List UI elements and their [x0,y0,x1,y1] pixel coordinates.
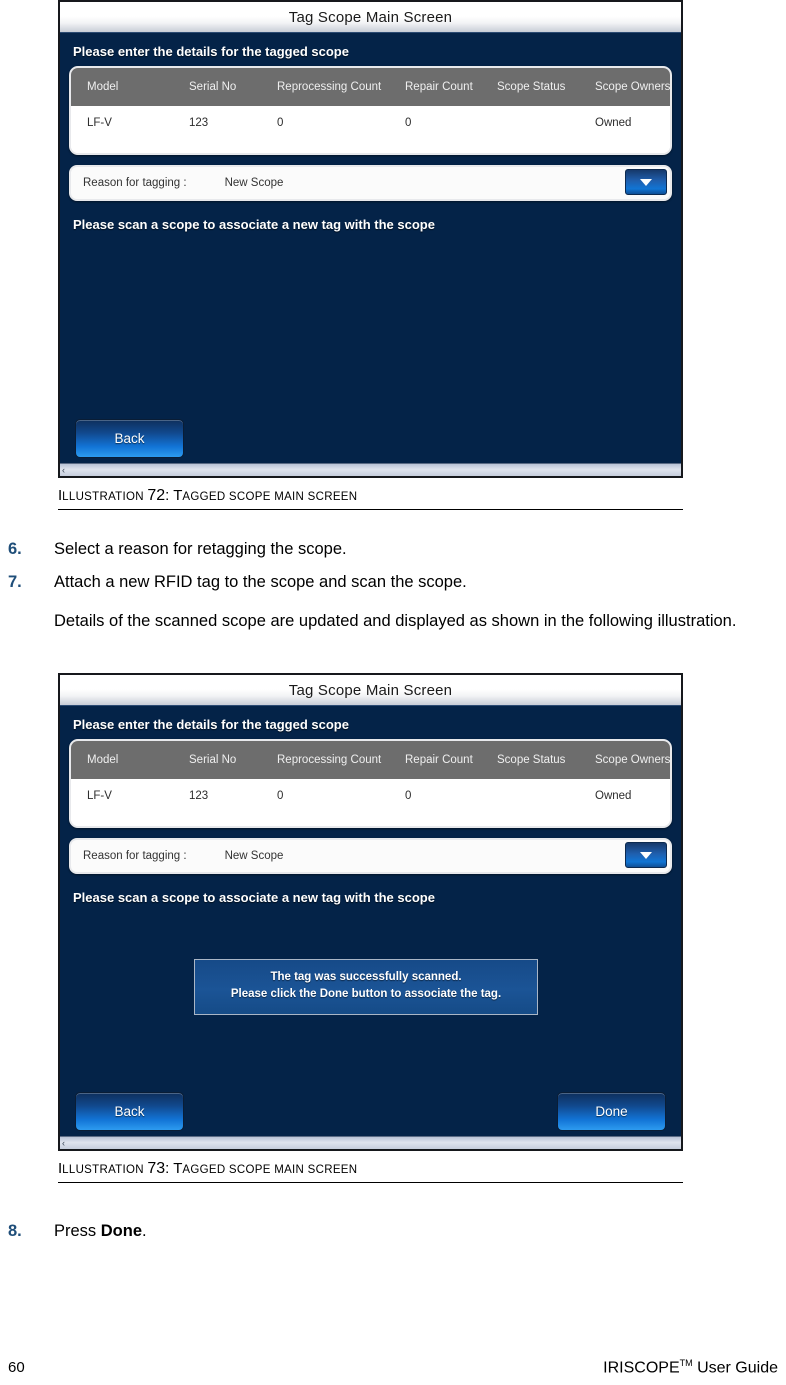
reason-for-tagging-label-2: Reason for tagging : [83,850,187,862]
column-header-serial-no: Serial No [189,68,277,106]
guide-title-suffix: User Guide [692,1359,778,1377]
table-row[interactable]: LF-V 123 0 0 Owned [71,106,670,153]
scope-details-table-panel-2: Model Serial No Reprocessing Count Repai… [69,739,672,828]
reason-for-tagging-dropdown-2[interactable]: Reason for tagging : New Scope [69,838,672,874]
column-header-repair-count: Repair Count [405,68,497,106]
caption-number: 72 [147,487,166,504]
step-8-text: Press Done. [54,1221,778,1242]
table-header-row: Model Serial No Reprocessing Count Repai… [71,68,670,106]
paragraph-after-step-7: Details of the scanned scope are updated… [54,612,737,630]
column-header-repair-count: Repair Count [405,741,497,779]
scan-prompt-text-2: Please scan a scope to associate a new t… [73,890,435,905]
guide-title-name: IRISCOPE [603,1359,680,1377]
scope-details-table-2: Model Serial No Reprocessing Count Repai… [71,741,670,826]
column-header-model: Model [71,68,189,106]
reason-for-tagging-value-2: New Scope [224,850,284,862]
step-6-number: 6. [8,540,22,558]
table-header-row: Model Serial No Reprocessing Count Repai… [71,741,670,779]
scroll-left-arrow-icon[interactable]: ‹ [62,1137,65,1149]
chevron-down-icon[interactable] [625,169,667,195]
screen-content-area [69,232,672,411]
scan-prompt-text: Please scan a scope to associate a new t… [73,217,435,232]
column-header-scope-status: Scope Status [497,741,595,779]
caption-title-rest: AGGED SCOPE MAIN SCREEN [182,1164,358,1176]
step-8-text-bold: Done [100,1222,143,1240]
step-7-text: Attach a new RFID tag to the scope and s… [54,573,467,591]
screen-title: Tag Scope Main Screen [288,8,453,26]
device-screen-2: Tag Scope Main Screen Please enter the d… [60,675,681,1149]
guide-title: IRISCOPETM User Guide [603,1358,778,1377]
cell-serial-no: 123 [189,106,277,153]
screen-body: Please enter the details for the tagged … [60,33,681,463]
screen-body-2: Please enter the details for the tagged … [60,706,681,1136]
caption-title-rest: AGGED SCOPE MAIN SCREEN [182,491,358,503]
caption-lead-rest: LLUSTRATION [62,491,148,503]
column-header-reprocessing-count: Reprocessing Count [277,741,405,779]
step-7-number: 7. [8,573,22,591]
screen-titlebar: Tag Scope Main Screen [60,2,681,33]
cell-model: LF-V [71,106,189,153]
chevron-down-glyph [640,851,652,859]
cell-scope-ownership: Owned [595,779,670,826]
reason-for-tagging-value: New Scope [224,177,284,189]
horizontal-scrollbar-2[interactable]: ‹ [60,1136,681,1149]
step-8-text-suffix: . [142,1222,147,1240]
step-8-text-prefix: Press [54,1222,101,1240]
scroll-left-arrow-icon[interactable]: ‹ [62,464,65,476]
figure-caption-72: ILLUSTRATION 72: TAGGED SCOPE MAIN SCREE… [58,487,683,510]
figure-caption-73: ILLUSTRATION 73: TAGGED SCOPE MAIN SCREE… [58,1160,683,1183]
figure-illustration-72: Tag Scope Main Screen Please enter the d… [58,0,683,478]
column-header-model: Model [71,741,189,779]
column-header-reprocessing-count: Reprocessing Count [277,68,405,106]
horizontal-scrollbar[interactable]: ‹ [60,463,681,476]
table-row[interactable]: LF-V 123 0 0 Owned [71,779,670,826]
cell-scope-status [497,779,595,826]
step-7: 7. Attach a new RFID tag to the scope an… [8,572,778,593]
button-bar: Back [69,411,672,463]
reason-for-tagging-dropdown[interactable]: Reason for tagging : New Scope [69,165,672,201]
cell-model: LF-V [71,779,189,826]
screen-titlebar-2: Tag Scope Main Screen [60,675,681,706]
cell-scope-status [497,106,595,153]
section-heading: Please enter the details for the tagged … [73,44,349,59]
back-button[interactable]: Back [75,419,184,458]
success-message-line-1: The tag was successfully scanned. [270,971,462,983]
cell-serial-no: 123 [189,779,277,826]
column-header-serial-no: Serial No [189,741,277,779]
scope-details-table: Model Serial No Reprocessing Count Repai… [71,68,670,153]
caption-number: 73 [147,1160,166,1177]
step-8: 8. Press Done. [8,1221,778,1242]
column-header-scope-ownership: Scope Ownership [595,741,670,779]
page-footer: 60 IRISCOPETM User Guide [8,1358,778,1377]
button-bar-2: Back Done [69,1084,672,1136]
scope-details-table-panel: Model Serial No Reprocessing Count Repai… [69,66,672,155]
cell-reprocessing-count: 0 [277,779,405,826]
success-message-box: The tag was successfully scanned. Please… [194,959,538,1015]
chevron-down-icon[interactable] [625,842,667,868]
cell-repair-count: 0 [405,106,497,153]
step-6-text: Select a reason for retagging the scope. [54,540,347,558]
cell-reprocessing-count: 0 [277,106,405,153]
chevron-down-glyph [640,178,652,186]
done-button[interactable]: Done [557,1092,666,1131]
column-header-scope-status: Scope Status [497,68,595,106]
back-button[interactable]: Back [75,1092,184,1131]
figure-illustration-73: Tag Scope Main Screen Please enter the d… [58,673,683,1151]
screen-title-2: Tag Scope Main Screen [288,681,453,699]
device-screen: Tag Scope Main Screen Please enter the d… [60,2,681,476]
section-heading-2: Please enter the details for the tagged … [73,717,349,732]
step-8-number: 8. [8,1222,22,1240]
reason-for-tagging-label: Reason for tagging : [83,177,187,189]
cell-repair-count: 0 [405,779,497,826]
page-number: 60 [8,1359,25,1377]
trademark-symbol: TM [679,1358,693,1368]
cell-scope-ownership: Owned [595,106,670,153]
step-6: 6. Select a reason for retagging the sco… [8,539,778,560]
column-header-scope-ownership: Scope Ownership [595,68,670,106]
success-message-line-2: Please click the Done button to associat… [230,988,502,1000]
caption-lead-rest: LLUSTRATION [62,1164,148,1176]
screen-content-area-2: The tag was successfully scanned. Please… [69,905,672,1084]
